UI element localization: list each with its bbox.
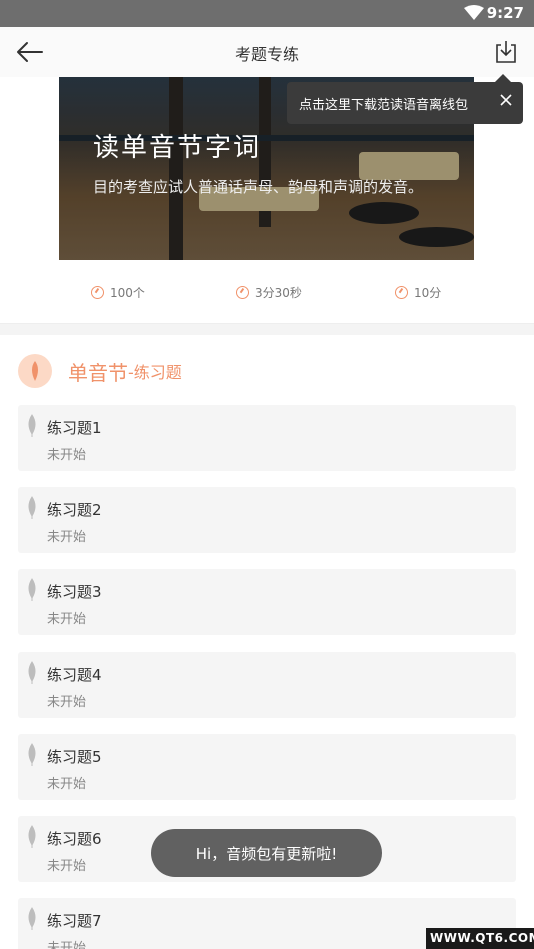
clock-icon	[236, 286, 249, 299]
stat-duration: 3分30秒	[236, 284, 302, 301]
stat-count: 100个	[91, 284, 145, 301]
exercise-status: 未开始	[47, 448, 87, 463]
exercise-status: 未开始	[47, 612, 87, 627]
exercise-title: 练习题6	[47, 830, 102, 848]
tooltip-arrow	[495, 74, 511, 82]
exercise-item-4[interactable]: 练习题4 未开始	[18, 652, 516, 718]
exercise-title: 练习题7	[47, 912, 102, 930]
stat-duration-value: 3分30秒	[255, 286, 302, 300]
exercise-item-3[interactable]: 练习题3 未开始	[18, 569, 516, 635]
stats-row: 100个 3分30秒 10分	[0, 278, 534, 308]
section-divider	[0, 323, 534, 335]
exercise-status: 未开始	[47, 941, 87, 949]
close-icon[interactable]	[499, 93, 513, 107]
watermark: WWW.QT6.COM	[426, 928, 534, 949]
toast-text: Hi，音频包有更新啦!	[195, 845, 338, 863]
status-time: 9:27	[486, 4, 524, 22]
exercise-title: 练习题4	[47, 666, 102, 684]
exercise-status: 未开始	[47, 777, 87, 792]
leaf-icon	[28, 578, 36, 601]
section-name: 单音节	[68, 360, 128, 385]
stat-count-value: 100个	[110, 286, 145, 300]
section-header: 单音节 -练习题	[18, 353, 182, 389]
exercise-item-5[interactable]: 练习题5 未开始	[18, 734, 516, 800]
leaf-icon	[28, 825, 36, 848]
toast: Hi，音频包有更新啦!	[151, 829, 382, 877]
exercise-item-2[interactable]: 练习题2 未开始	[18, 487, 516, 553]
leaf-icon	[28, 496, 36, 519]
leaf-icon	[18, 354, 52, 388]
wifi-icon	[464, 5, 484, 20]
page-title: 考题专练	[234, 45, 299, 64]
banner-title: 读单音节字词	[93, 133, 262, 163]
exercise-item-1[interactable]: 练习题1 未开始	[18, 405, 516, 471]
app-bar: 考题专练	[0, 27, 534, 77]
exercise-status: 未开始	[47, 530, 87, 545]
count-icon	[91, 286, 104, 299]
banner-description: 目的考查应试人普通话声母、韵母和声调的发音。	[93, 178, 424, 196]
stat-score-value: 10分	[414, 286, 442, 300]
download-tooltip[interactable]: 点击这里下载范读语音离线包	[287, 74, 523, 124]
score-icon	[395, 286, 408, 299]
exercise-title: 练习题3	[47, 583, 102, 601]
section-subtitle: -练习题	[128, 363, 182, 382]
download-icon[interactable]	[494, 39, 518, 65]
watermark-text: WWW.QT6.COM	[430, 931, 534, 945]
stat-score: 10分	[395, 284, 441, 301]
exercise-title: 练习题1	[47, 419, 102, 437]
leaf-icon	[28, 661, 36, 684]
exercise-status: 未开始	[47, 695, 87, 710]
exercise-title: 练习题2	[47, 501, 102, 519]
exercise-status: 未开始	[47, 859, 87, 874]
status-bar: 9:27	[0, 0, 534, 27]
leaf-icon	[28, 907, 36, 930]
leaf-icon	[28, 414, 36, 437]
leaf-icon	[28, 743, 36, 766]
tooltip-text: 点击这里下载范读语音离线包	[299, 98, 469, 113]
exercise-title: 练习题5	[47, 748, 102, 766]
